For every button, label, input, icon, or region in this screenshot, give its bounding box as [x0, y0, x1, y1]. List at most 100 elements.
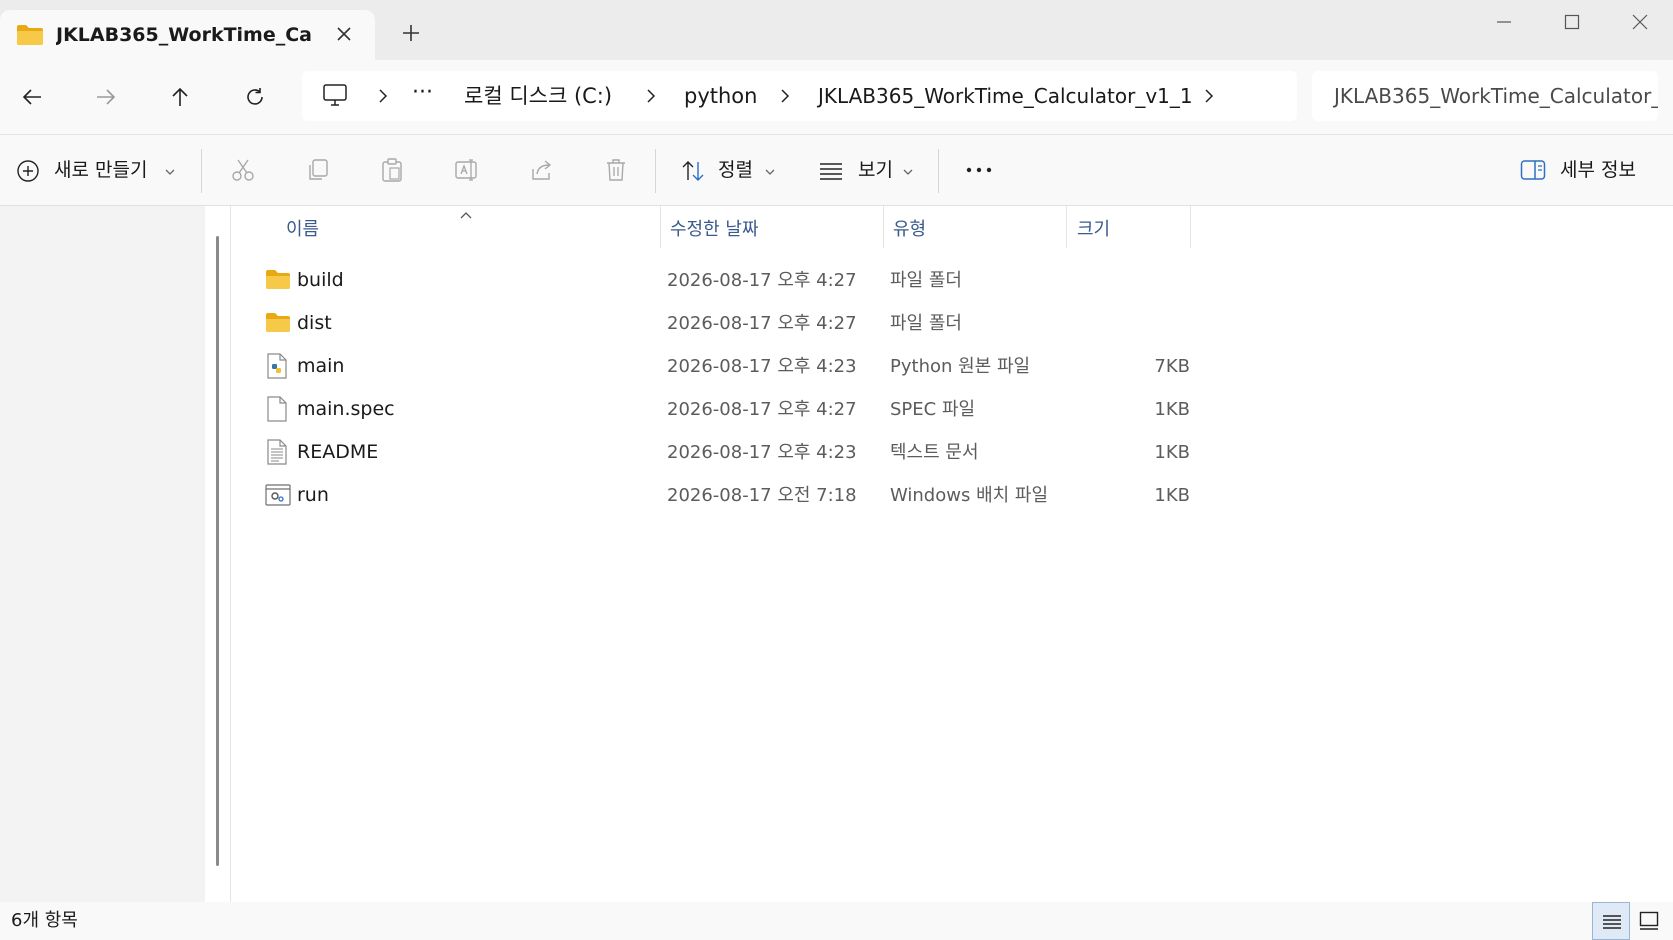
- table-row[interactable]: run 2026-08-17 오전 7:18 Windows 배치 파일 1KB: [262, 474, 1190, 517]
- chevron-right-icon: [379, 89, 388, 103]
- chevron-right-icon: [781, 89, 790, 103]
- column-header-modified[interactable]: 수정한 날짜: [661, 206, 883, 246]
- copy-button[interactable]: [303, 135, 333, 205]
- column-header-name[interactable]: 이름: [232, 206, 660, 246]
- file-type: Python 원본 파일: [890, 356, 1031, 377]
- delete-button[interactable]: [601, 135, 631, 205]
- arrow-left-icon: [22, 89, 41, 105]
- file-list[interactable]: 이름 수정한 날짜 유형 크기 build 2026-08-17 오후 4:27…: [232, 206, 1673, 902]
- list-view-icon: [820, 163, 842, 180]
- tab-active[interactable]: JKLAB365_WorkTime_Calculator_v1_1: [0, 10, 375, 60]
- file-modified: 2026-08-17 오후 4:27: [667, 270, 857, 291]
- tiles-view-button[interactable]: [1630, 902, 1668, 940]
- close-window-button[interactable]: [1604, 0, 1673, 44]
- navigation-pane-scrollbar[interactable]: [216, 236, 219, 866]
- file-name: dist: [297, 312, 332, 334]
- refresh-button[interactable]: [238, 80, 272, 114]
- breadcrumb-python[interactable]: python: [684, 82, 757, 110]
- sort-ascending-icon: [460, 212, 472, 219]
- more-options-button[interactable]: [960, 135, 1000, 205]
- file-type: SPEC 파일: [890, 399, 976, 420]
- batch-file-icon: [265, 484, 291, 506]
- file-type: 파일 폴더: [890, 313, 962, 334]
- pane-divider[interactable]: [230, 206, 231, 902]
- new-item-button[interactable]: 새로 만들기: [14, 135, 184, 205]
- file-modified: 2026-08-17 오후 4:23: [667, 356, 857, 377]
- file-size: 7KB: [1154, 356, 1190, 377]
- file-modified: 2026-08-17 오전 7:18: [667, 485, 857, 506]
- details-pane-button[interactable]: 세부 정보: [1520, 135, 1650, 205]
- breadcrumb-current-folder[interactable]: JKLAB365_WorkTime_Calculator_v1_1: [818, 82, 1193, 110]
- plus-circle-icon: [17, 160, 39, 182]
- toolbar-divider: [938, 149, 939, 193]
- column-separator[interactable]: [1190, 206, 1191, 248]
- column-type-label: 유형: [893, 219, 927, 240]
- column-name-label: 이름: [286, 219, 320, 240]
- navigation-pane[interactable]: [0, 206, 205, 902]
- details-pane-icon: [1520, 160, 1546, 180]
- chevron-right-icon: [647, 89, 656, 103]
- details-view-button[interactable]: [1592, 902, 1630, 940]
- computer-icon[interactable]: [322, 83, 348, 107]
- clipboard-icon: [382, 158, 402, 182]
- table-row[interactable]: main.spec 2026-08-17 오후 4:27 SPEC 파일 1KB: [262, 388, 1190, 431]
- sort-label: 정렬: [718, 159, 753, 181]
- tab-title: JKLAB365_WorkTime_Calculator_v1_1: [56, 24, 312, 46]
- file-modified: 2026-08-17 오후 4:27: [667, 399, 857, 420]
- file-type: Windows 배치 파일: [890, 485, 1049, 506]
- toolbar-divider: [655, 149, 656, 193]
- chevron-down-icon: [765, 169, 775, 175]
- rename-button[interactable]: [452, 135, 482, 205]
- title-bar: JKLAB365_WorkTime_Calculator_v1_1: [0, 0, 1673, 60]
- file-name: build: [297, 269, 344, 291]
- file-size: 1KB: [1154, 399, 1190, 420]
- table-row[interactable]: README 2026-08-17 오후 4:23 텍스트 문서 1KB: [262, 431, 1190, 474]
- chevron-right-icon[interactable]: [1198, 85, 1220, 107]
- scissors-icon: [232, 159, 254, 181]
- tiles-view-icon: [1639, 911, 1659, 930]
- chevron-down-icon: [903, 169, 913, 175]
- search-placeholder: JKLAB365_WorkTime_Calculator_v1_1 검색: [1334, 84, 1658, 108]
- close-tab-button[interactable]: [332, 22, 356, 46]
- table-row[interactable]: build 2026-08-17 오후 4:27 파일 폴더: [262, 259, 1190, 302]
- close-icon: [337, 27, 351, 41]
- sort-button[interactable]: 정렬: [680, 135, 780, 205]
- file-size: 1KB: [1154, 442, 1190, 463]
- table-row[interactable]: dist 2026-08-17 오후 4:27 파일 폴더: [262, 302, 1190, 345]
- navigation-bar: ··· 로컬 디스크 (C:) python JKLAB365_WorkTime…: [0, 60, 1673, 135]
- item-count: 6개 항목: [11, 910, 78, 931]
- file-name: run: [297, 484, 329, 506]
- breadcrumb-local-disk[interactable]: 로컬 디스크 (C:): [464, 82, 612, 110]
- column-header-size[interactable]: 크기: [1067, 206, 1187, 246]
- column-header-type[interactable]: 유형: [884, 206, 1066, 246]
- text-file-icon: [265, 439, 289, 465]
- forward-button[interactable]: [89, 80, 123, 114]
- cut-button[interactable]: [228, 135, 258, 205]
- address-bar[interactable]: ··· 로컬 디스크 (C:) python JKLAB365_WorkTime…: [302, 71, 1297, 121]
- new-tab-button[interactable]: [398, 20, 424, 46]
- arrow-right-icon: [97, 89, 116, 105]
- paste-button[interactable]: [377, 135, 407, 205]
- up-button[interactable]: [163, 80, 197, 114]
- file-name: README: [297, 441, 379, 463]
- back-button[interactable]: [15, 80, 49, 114]
- file-modified: 2026-08-17 오후 4:23: [667, 442, 857, 463]
- more-crumbs-button[interactable]: ···: [412, 79, 433, 107]
- file-name: main: [297, 355, 345, 377]
- search-box[interactable]: JKLAB365_WorkTime_Calculator_v1_1 검색: [1312, 71, 1658, 121]
- file-type: 파일 폴더: [890, 270, 962, 291]
- view-button[interactable]: 보기: [818, 135, 918, 205]
- plus-icon: [403, 25, 419, 41]
- chevron-down-icon: [165, 169, 175, 175]
- folder-icon: [16, 24, 44, 46]
- details-view-icon: [1603, 915, 1621, 929]
- table-row[interactable]: main 2026-08-17 오후 4:23 Python 원본 파일 7KB: [262, 345, 1190, 388]
- sort-icon: [682, 161, 704, 181]
- trash-icon: [607, 159, 625, 181]
- share-button[interactable]: [527, 135, 557, 205]
- maximize-button[interactable]: [1536, 0, 1608, 44]
- close-icon: [1632, 14, 1648, 30]
- details-label: 세부 정보: [1560, 159, 1636, 181]
- new-item-label: 새로 만들기: [54, 159, 148, 181]
- minimize-button[interactable]: [1468, 0, 1540, 44]
